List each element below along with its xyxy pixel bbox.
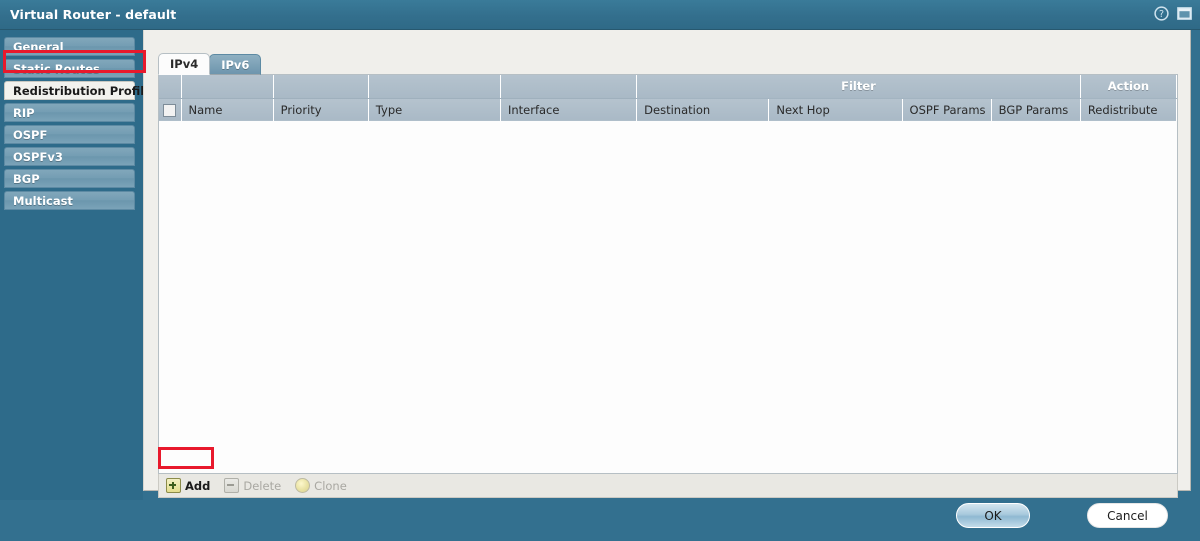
group-header-filter: Filter <box>636 75 1081 99</box>
grid-body-empty <box>159 121 1177 473</box>
sidebar-item-label: RIP <box>13 105 35 120</box>
column-header-ospf-params[interactable]: OSPF Params <box>902 98 992 122</box>
window-title: Virtual Router - default <box>10 7 177 22</box>
column-header-type[interactable]: Type <box>368 98 501 122</box>
group-header-blank-check <box>159 75 182 99</box>
sidebar-item-multicast[interactable]: Multicast <box>4 191 135 210</box>
sidebar-item-label: Multicast <box>13 193 73 208</box>
window-titlebar: Virtual Router - default ? <box>0 0 1200 30</box>
sidebar-item-label: Redistribution Profile <box>13 83 152 98</box>
group-header-blank-interface <box>500 75 638 99</box>
select-all-checkbox[interactable] <box>163 103 177 117</box>
select-all-checkbox-cell[interactable] <box>159 98 182 122</box>
group-header-blank-name <box>181 75 274 99</box>
column-header-priority[interactable]: Priority <box>273 98 369 122</box>
sidebar-item-ospf[interactable]: OSPF <box>4 125 135 144</box>
column-header-interface[interactable]: Interface <box>500 98 638 122</box>
tab-label: IPv4 <box>170 57 199 71</box>
window-restore-icon[interactable] <box>1176 5 1193 22</box>
svg-text:?: ? <box>1159 9 1164 20</box>
tab-label: IPv6 <box>221 57 250 72</box>
group-header-blank-priority <box>273 75 369 99</box>
ok-button-label: OK <box>984 508 1002 523</box>
tab-ipv4[interactable]: IPv4 <box>158 53 211 75</box>
redistribution-profile-table: Filter Action Name Priority Type Interfa… <box>158 74 1178 474</box>
group-header-blank-type <box>368 75 501 99</box>
cancel-button-label: Cancel <box>1107 508 1148 523</box>
sidebar-item-label: OSPFv3 <box>13 149 63 164</box>
sidebar: General Static Routes Redistribution Pro… <box>0 30 152 500</box>
sidebar-item-general[interactable]: General <box>4 37 135 56</box>
content-panel: IPv4 IPv6 Filter Action Name Priority Ty… <box>143 30 1191 498</box>
sidebar-item-label: General <box>13 39 64 54</box>
column-header-bgp-params[interactable]: BGP Params <box>991 98 1081 122</box>
column-header-next-hop[interactable]: Next Hop <box>768 98 903 122</box>
ok-button[interactable]: OK <box>956 503 1030 528</box>
sidebar-item-ospfv3[interactable]: OSPFv3 <box>4 147 135 166</box>
sidebar-item-redistribution-profile[interactable]: Redistribution Profile <box>4 81 152 100</box>
sidebar-item-label: OSPF <box>13 127 48 142</box>
dialog-footer: OK Cancel <box>0 491 1200 541</box>
cancel-button[interactable]: Cancel <box>1087 503 1168 528</box>
group-header-action: Action <box>1080 75 1178 99</box>
column-header-redistribute[interactable]: Redistribute <box>1080 98 1178 122</box>
tab-ipv6[interactable]: IPv6 <box>209 54 262 75</box>
column-header-name[interactable]: Name <box>181 98 274 122</box>
grid: Filter Action Name Priority Type Interfa… <box>159 75 1178 122</box>
titlebar-tools: ? <box>1153 5 1193 22</box>
tab-strip: IPv4 IPv6 <box>158 53 262 75</box>
sidebar-item-rip[interactable]: RIP <box>4 103 135 122</box>
help-icon[interactable]: ? <box>1153 5 1170 22</box>
sidebar-item-label: BGP <box>13 171 40 186</box>
grid-group-header-row: Filter Action <box>159 75 1178 99</box>
sidebar-item-label: Static Routes <box>13 61 100 76</box>
column-header-destination[interactable]: Destination <box>636 98 770 122</box>
grid-column-header-row: Name Priority Type Interface Destination… <box>159 98 1178 122</box>
sidebar-item-static-routes[interactable]: Static Routes <box>4 59 135 78</box>
sidebar-item-bgp[interactable]: BGP <box>4 169 135 188</box>
